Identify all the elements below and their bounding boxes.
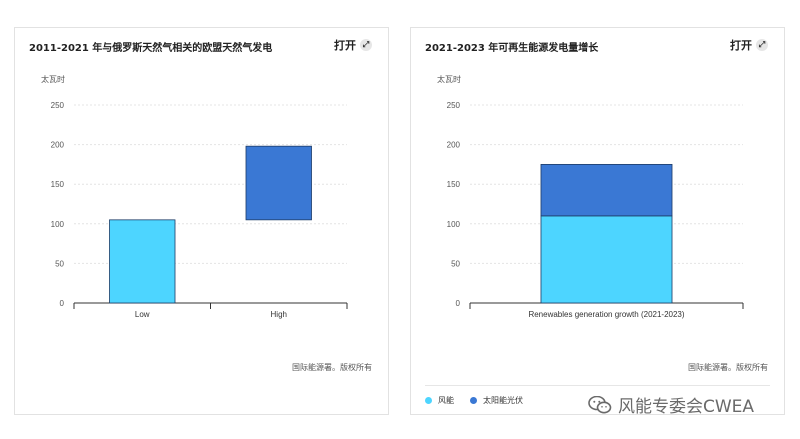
x-category-label: High bbox=[271, 310, 287, 319]
x-category-label: Renewables generation growth (2021-2023) bbox=[528, 310, 684, 319]
y-tick-label: 200 bbox=[447, 141, 461, 150]
y-tick-label: 150 bbox=[51, 180, 65, 189]
bar-low bbox=[109, 219, 176, 304]
y-tick-label: 50 bbox=[55, 259, 64, 268]
watermark-text: 风能专委会CWEA bbox=[618, 397, 755, 417]
x-category-label: Low bbox=[135, 310, 150, 319]
bar-segment-1 bbox=[540, 163, 673, 217]
source-note: 国际能源署。版权所有 bbox=[688, 363, 768, 372]
source-note: 国际能源署。版权所有 bbox=[292, 363, 372, 372]
legend-swatch bbox=[425, 397, 432, 404]
legend-divider bbox=[425, 385, 770, 386]
y-tick-label: 100 bbox=[51, 220, 65, 229]
chart-card-left: 2011-2021 年与俄罗斯天然气相关的欧盟天然气发电 打开 ⤢ 太瓦时 05… bbox=[14, 27, 389, 415]
legend-label: 风能 bbox=[438, 396, 454, 405]
legend-item-wind[interactable]: 风能 bbox=[425, 395, 454, 406]
legend: 风能 太阳能光伏 bbox=[425, 395, 523, 406]
legend-label: 太阳能光伏 bbox=[483, 396, 523, 405]
chart-plot-right: 0 50 100 150 200 250 Renewables generation gro… bbox=[447, 101, 744, 319]
bar-segment-0 bbox=[540, 215, 673, 304]
y-tick-label: 100 bbox=[447, 220, 461, 229]
wechat-icon bbox=[588, 395, 612, 414]
watermark: 风能专委会CWEA bbox=[588, 392, 754, 417]
y-tick-label: 250 bbox=[447, 101, 461, 110]
legend-swatch bbox=[470, 397, 477, 404]
y-tick-label: 0 bbox=[456, 299, 461, 308]
y-tick-label: 50 bbox=[451, 259, 460, 268]
y-tick-label: 0 bbox=[60, 299, 65, 308]
y-tick-label: 150 bbox=[447, 180, 461, 189]
bar-high bbox=[245, 145, 312, 221]
legend-item-solar[interactable]: 太阳能光伏 bbox=[470, 395, 523, 406]
y-tick-label: 200 bbox=[51, 141, 65, 150]
chart-card-right: 2021-2023 年可再生能源发电量增长 打开 ⤢ 太瓦时 0 50 100 150… bbox=[410, 27, 785, 415]
y-tick-label: 250 bbox=[51, 101, 65, 110]
chart-plot-left: 0 50 100 150 200 250 Low High bbox=[51, 101, 348, 319]
